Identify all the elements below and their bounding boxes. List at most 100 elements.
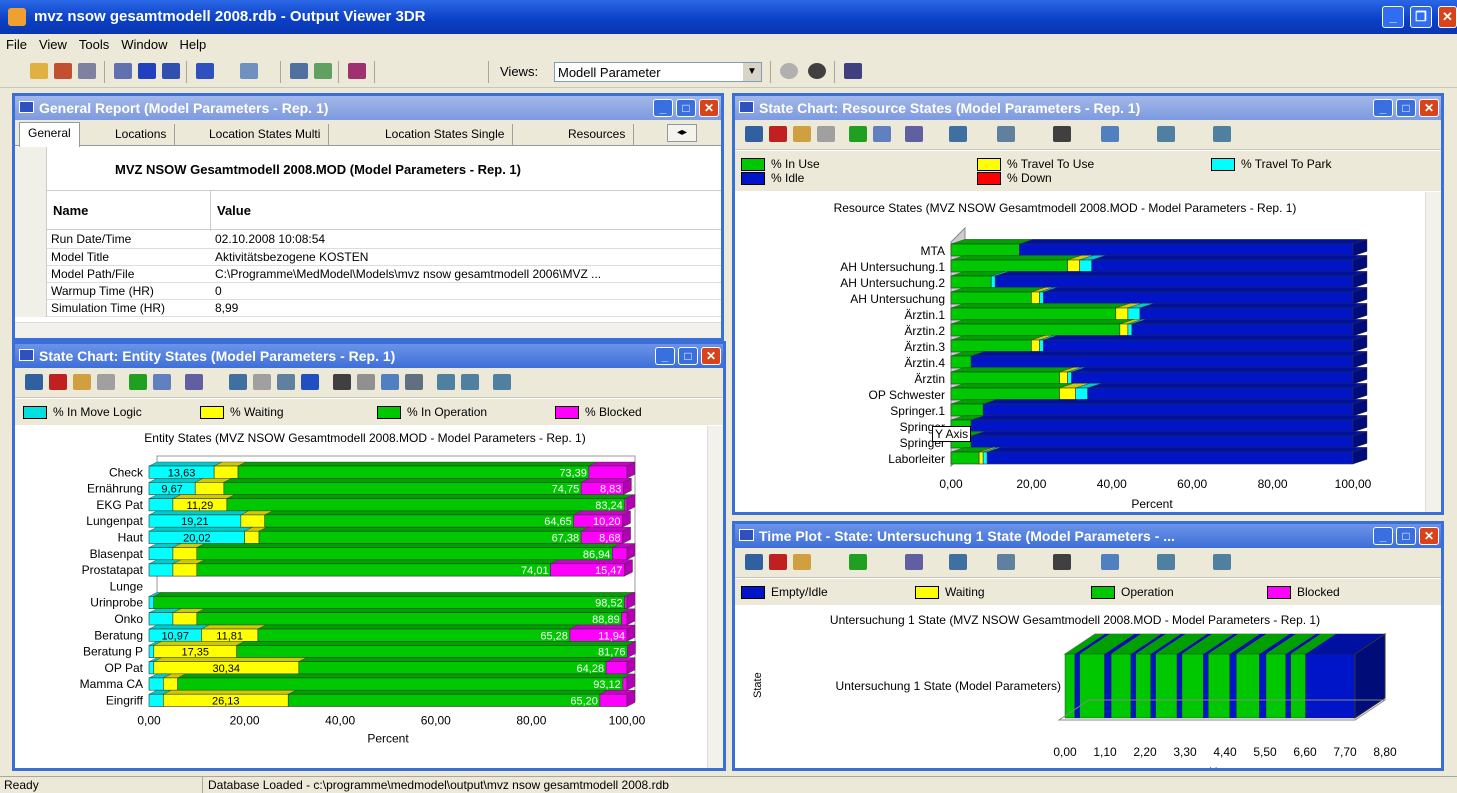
view-icon[interactable] (745, 554, 763, 570)
minimize-button[interactable]: _ (1373, 527, 1393, 545)
bar-segment (1087, 387, 1354, 401)
label-icon[interactable] (997, 554, 1015, 570)
copy-icon[interactable] (437, 374, 455, 390)
maximize-button[interactable]: □ (678, 347, 698, 365)
format-icon[interactable] (949, 126, 967, 142)
percent-icon[interactable] (1053, 554, 1071, 570)
vertical-scrollbar[interactable] (707, 426, 723, 768)
resource-icon[interactable] (314, 63, 332, 79)
close-button[interactable]: ✕ (1419, 527, 1439, 545)
paint-icon[interactable] (905, 126, 923, 142)
grid-icon[interactable] (1101, 126, 1119, 142)
maximize-button[interactable]: □ (1396, 527, 1416, 545)
close-button[interactable]: ✕ (699, 99, 719, 117)
table-row[interactable]: Run Date/Time 02.10.2008 10:08:54 (47, 231, 721, 249)
minimize-button[interactable]: _ (1373, 99, 1393, 117)
list-icon[interactable] (405, 374, 423, 390)
tab-location-states-multi[interactable]: Location States Multi (201, 124, 330, 146)
tab-scroll-arrows[interactable]: ◂▸ (667, 124, 697, 142)
move-icon[interactable] (849, 126, 867, 142)
restore-button[interactable]: ❐ (1410, 6, 1432, 28)
horizontal-scrollbar[interactable] (15, 322, 721, 338)
views-dropdown[interactable]: Modell Parameter ▼ (554, 62, 762, 82)
minimize-button[interactable]: _ (655, 347, 675, 365)
paint-icon[interactable] (905, 554, 923, 570)
minimize-button[interactable]: _ (653, 99, 673, 117)
table-icon[interactable] (114, 63, 132, 79)
copy-icon[interactable] (1157, 126, 1175, 142)
move-icon[interactable] (129, 374, 147, 390)
label-icon[interactable] (997, 126, 1015, 142)
axis-icon[interactable] (253, 374, 271, 390)
views-label: Views: (500, 64, 539, 79)
bar-icon[interactable] (769, 126, 787, 142)
close-button[interactable]: ✕ (1419, 99, 1439, 117)
vertical-scrollbar[interactable] (1425, 192, 1441, 512)
view-icon[interactable] (25, 374, 43, 390)
menu-help[interactable]: Help (174, 34, 213, 55)
table-row[interactable]: Model Title Aktivitätsbezogene KOSTEN (47, 248, 721, 266)
paint-icon[interactable] (185, 374, 203, 390)
table-row[interactable]: Model Path/File C:\Programme\MedModel\Mod… (47, 265, 721, 283)
zoom-icon[interactable] (873, 126, 891, 142)
print-icon[interactable] (1213, 554, 1231, 570)
book-icon[interactable] (348, 63, 366, 79)
print-icon[interactable] (493, 374, 511, 390)
label-icon[interactable] (277, 374, 295, 390)
settings-icon[interactable] (808, 63, 826, 79)
tab-locations[interactable]: Locations (107, 124, 176, 146)
close-button[interactable]: ✕ (701, 347, 721, 365)
minimize-button[interactable]: _ (1382, 6, 1404, 28)
tab-location-states-single[interactable]: Location States Single (377, 124, 514, 146)
maximize-button[interactable]: □ (1396, 99, 1416, 117)
stop-icon[interactable] (780, 63, 798, 79)
menu-window[interactable]: Window (115, 34, 173, 55)
info-icon[interactable] (844, 63, 862, 79)
export-icon[interactable] (54, 63, 72, 79)
graph-icon[interactable] (290, 63, 308, 79)
bar-icon[interactable] (49, 374, 67, 390)
bar-segment (605, 661, 628, 675)
tab-general[interactable]: General (19, 122, 80, 147)
grid-icon[interactable] (1101, 554, 1119, 570)
save-icon[interactable] (461, 374, 479, 390)
copy-icon[interactable] (1157, 554, 1175, 570)
format-icon[interactable] (229, 374, 247, 390)
data-icon[interactable] (357, 374, 375, 390)
text-icon[interactable] (301, 374, 319, 390)
legend-label: Operation (1121, 585, 1174, 599)
percent-icon[interactable] (333, 374, 351, 390)
view-icon[interactable] (745, 126, 763, 142)
chevron-down-icon[interactable]: ▼ (743, 63, 761, 81)
bar-top (950, 367, 1074, 373)
bar-top (237, 461, 597, 467)
zoom-icon[interactable] (153, 374, 171, 390)
chart-icon[interactable] (817, 126, 835, 142)
folder-icon[interactable] (793, 554, 811, 570)
bar-chart-icon[interactable] (138, 63, 156, 79)
table-row[interactable]: Simulation Time (HR) 8,99 (47, 299, 721, 317)
percent-icon[interactable] (1053, 126, 1071, 142)
folder-icon[interactable] (73, 374, 91, 390)
category-label: AH Untersuchung.2 (840, 276, 945, 290)
move-icon[interactable] (849, 554, 867, 570)
format-icon[interactable] (949, 554, 967, 570)
state-chart-icon[interactable] (162, 63, 180, 79)
histogram-icon[interactable] (196, 63, 214, 79)
maximize-button[interactable]: □ (676, 99, 696, 117)
table-row[interactable]: Warmup Time (HR) 0 (47, 282, 721, 300)
folder-icon[interactable] (793, 126, 811, 142)
grid-icon[interactable] (381, 374, 399, 390)
menu-tools[interactable]: Tools (73, 34, 115, 55)
menu-view[interactable]: View (33, 34, 73, 55)
open-icon[interactable] (30, 63, 48, 79)
menu-file[interactable]: File (0, 34, 33, 55)
bar-icon[interactable] (769, 554, 787, 570)
category-label: Ernährung (87, 482, 143, 496)
print-icon[interactable] (78, 63, 96, 79)
tab-resources[interactable]: Resources (560, 124, 635, 146)
chart-icon[interactable] (97, 374, 115, 390)
print-icon[interactable] (1213, 126, 1231, 142)
close-button[interactable]: ✕ (1438, 6, 1457, 28)
line-chart-icon[interactable] (240, 63, 258, 79)
